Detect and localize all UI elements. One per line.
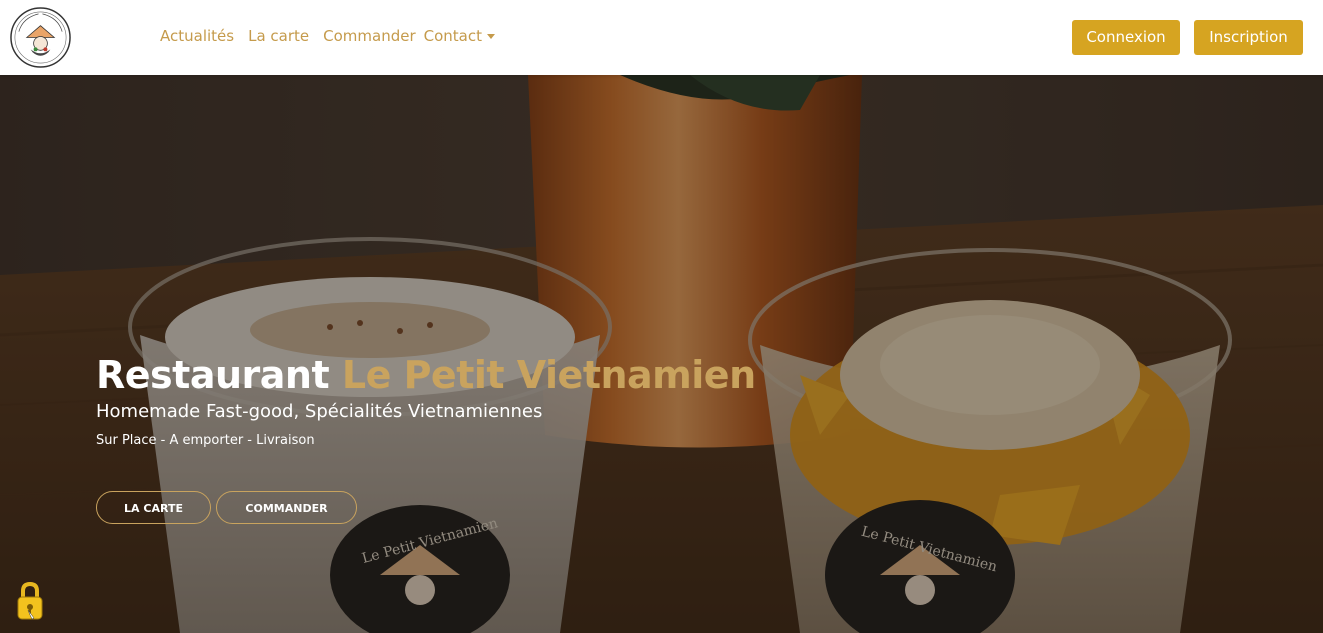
main-nav: Actualités La carte Commander Contact (160, 27, 495, 45)
commander-button[interactable]: COMMANDER (216, 491, 357, 524)
nav-contact[interactable]: Contact (424, 27, 495, 45)
hero-subtitle: Homemade Fast-good, Spécialités Vietnami… (96, 401, 543, 422)
nav-actualites[interactable]: Actualités (160, 27, 234, 45)
la-carte-button[interactable]: LA CARTE (96, 491, 211, 524)
page: Actualités La carte Commander Contact Co… (0, 0, 1323, 633)
lock-icon[interactable] (14, 580, 46, 624)
hero-title: Restaurant Le Petit Vietnamien (96, 353, 756, 397)
site-logo[interactable] (9, 6, 72, 69)
signup-button[interactable]: Inscription (1194, 20, 1303, 55)
hero-title-accent: Le Petit Vietnamien (341, 353, 756, 397)
nav-commander[interactable]: Commander (323, 27, 416, 45)
nav-la-carte[interactable]: La carte (248, 27, 309, 45)
login-button[interactable]: Connexion (1072, 20, 1180, 55)
caret-down-icon (487, 34, 495, 39)
site-header: Actualités La carte Commander Contact Co… (0, 0, 1323, 75)
hero-title-prefix: Restaurant (96, 353, 330, 397)
hero-section: Le Petit Vietnamien Le Petit Vietnamien … (0, 75, 1323, 633)
nav-contact-label: Contact (423, 27, 482, 45)
hero-tagline: Sur Place - A emporter - Livraison (96, 433, 315, 448)
